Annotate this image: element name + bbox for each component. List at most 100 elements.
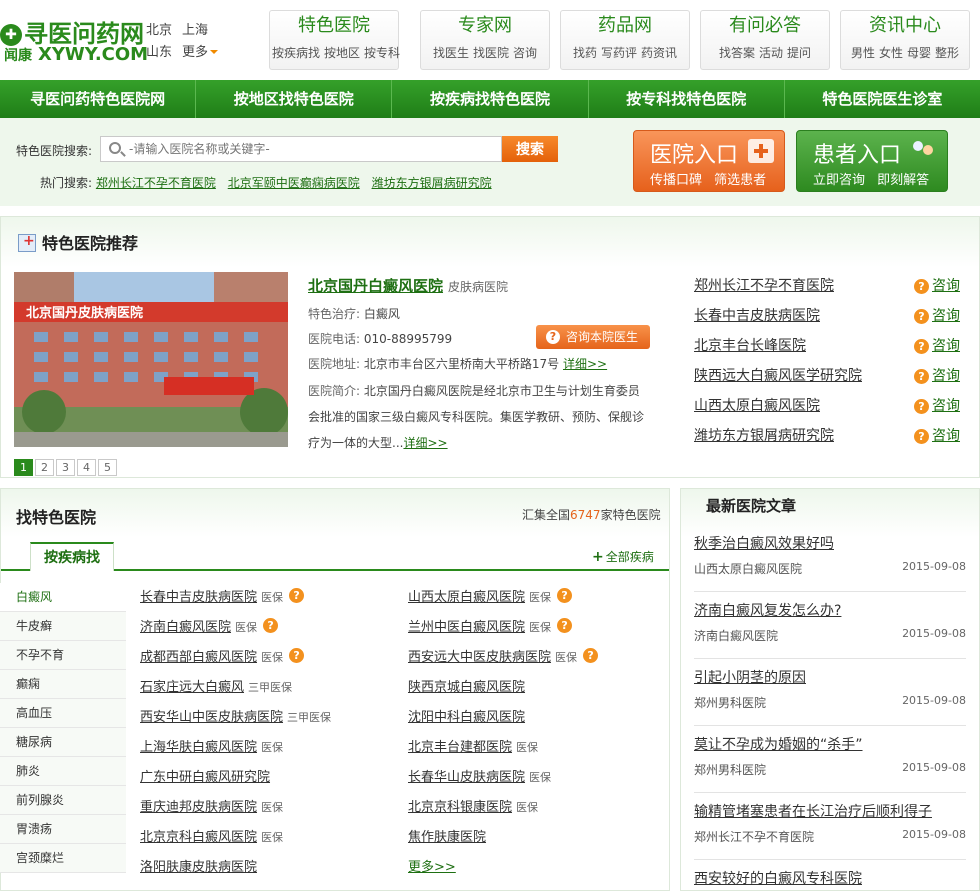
recommend-hospital-link[interactable]: 郑州长江不孕不育医院 — [694, 278, 834, 294]
recommend-hospital-link[interactable]: 陕西远大白癜风医学研究院 — [694, 368, 862, 384]
nav-sub-link[interactable]: 写药评 — [601, 46, 637, 60]
main-nav-by-specialty[interactable]: 按专科找特色医院 — [589, 80, 785, 118]
hospital-link[interactable]: 陕西京城白癜风医院 — [408, 680, 525, 695]
hospital-link[interactable]: 长春中吉皮肤病医院 — [140, 590, 257, 605]
question-icon[interactable]: ? — [557, 618, 573, 633]
main-nav-doctor-room[interactable]: 特色医院医生诊室 — [785, 80, 980, 118]
more-cities-dropdown[interactable]: 更多 — [182, 45, 218, 60]
hospital-link[interactable]: 山西太原白癜风医院 — [408, 590, 525, 605]
disease-item[interactable]: 高血压 — [0, 699, 126, 728]
nav-sub-link[interactable]: 找药 — [573, 46, 597, 60]
nav-title[interactable]: 资讯中心 — [841, 11, 969, 41]
consult-link[interactable]: 咨询 — [932, 331, 960, 361]
consult-link[interactable]: 咨询 — [932, 271, 960, 301]
main-nav-home[interactable]: 寻医问药特色医院网 — [0, 80, 197, 118]
intro-detail-link[interactable]: 详细>> — [403, 436, 447, 450]
hospital-link[interactable]: 济南白癜风医院 — [140, 620, 231, 635]
nav-title[interactable]: 有问必答 — [701, 11, 829, 41]
city-link[interactable]: 北京 — [146, 23, 172, 38]
consult-link[interactable]: 咨询 — [932, 421, 960, 451]
nav-sub-link[interactable]: 咨询 — [513, 46, 537, 60]
nav-title[interactable]: 专家网 — [421, 11, 549, 41]
recommend-hospital-link[interactable]: 山西太原白癜风医院 — [694, 398, 820, 414]
hospital-link[interactable]: 西安远大中医皮肤病医院 — [408, 650, 551, 665]
nav-sub-link[interactable]: 按地区 — [324, 46, 360, 60]
tab-by-disease[interactable]: 按疾病找 — [30, 542, 114, 571]
disease-item[interactable]: 宫颈糜烂 — [0, 844, 126, 873]
consult-link[interactable]: 咨询 — [932, 391, 960, 421]
nav-sub-link[interactable]: 整形 — [935, 46, 959, 60]
address-detail-link[interactable]: 详细>> — [563, 357, 607, 371]
nav-sub-link[interactable]: 男性 — [851, 46, 875, 60]
nav-sub-link[interactable]: 女性 — [879, 46, 903, 60]
hospital-link[interactable]: 广东中研白癜风研究院 — [140, 770, 270, 785]
recommend-hospital-link[interactable]: 北京丰台长峰医院 — [694, 338, 806, 354]
hospital-photo[interactable]: 北京国丹皮肤病医院 — [14, 272, 288, 447]
hot-search-link[interactable]: 潍坊东方银屑病研究院 — [372, 176, 492, 190]
recommend-hospital-link[interactable]: 潍坊东方银屑病研究院 — [694, 428, 834, 444]
hospital-link[interactable]: 北京京科银康医院 — [408, 800, 512, 815]
search-input[interactable] — [129, 140, 489, 158]
question-icon[interactable]: ? — [557, 588, 573, 603]
question-icon[interactable]: ? — [289, 588, 305, 603]
nav-sub-link[interactable]: 找医生 — [433, 46, 469, 60]
article-title-link[interactable]: 引起小阴茎的原因 — [694, 667, 806, 687]
nav-title[interactable]: 药品网 — [561, 11, 689, 41]
hospital-link[interactable]: 洛阳肤康皮肤病医院 — [140, 860, 257, 875]
hot-search-link[interactable]: 郑州长江不孕不育医院 — [96, 176, 216, 190]
article-title-link[interactable]: 秋季治白癜风效果好吗 — [694, 533, 834, 553]
disease-item[interactable]: 牛皮癣 — [0, 612, 126, 641]
consult-link[interactable]: 咨询 — [932, 301, 960, 331]
nav-sub-link[interactable]: 药资讯 — [641, 46, 677, 60]
nav-sub-link[interactable]: 找答案 — [719, 46, 755, 60]
article-title-link[interactable]: 济南白癜风复发怎么办? — [694, 600, 841, 620]
more-hospitals-link[interactable]: 更多>> — [408, 860, 456, 875]
disease-item[interactable]: 前列腺炎 — [0, 786, 126, 815]
hospital-link[interactable]: 北京丰台建都医院 — [408, 740, 512, 755]
ask-hospital-doctor-button[interactable]: 咨询本院医生 — [536, 325, 650, 349]
question-icon[interactable]: ? — [583, 648, 599, 663]
hospital-link[interactable]: 焦作肤康医院 — [408, 830, 486, 845]
hospital-entry-button[interactable]: 医院入口 传播口碑 筛选患者 — [633, 130, 785, 192]
pager-page[interactable]: 4 — [77, 459, 96, 476]
disease-item[interactable]: 白癜风 — [0, 583, 126, 612]
disease-item[interactable]: 胃溃疡 — [0, 815, 126, 844]
article-title-link[interactable]: 莫让不孕成为婚姻的“杀手” — [694, 734, 863, 754]
hospital-link[interactable]: 石家庄远大白癜风 — [140, 680, 244, 695]
question-icon[interactable]: ? — [263, 618, 279, 633]
hospital-link[interactable]: 沈阳中科白癜风医院 — [408, 710, 525, 725]
search-button[interactable]: 搜索 — [502, 136, 558, 162]
hospital-link[interactable]: 兰州中医白癜风医院 — [408, 620, 525, 635]
article-title-link[interactable]: 西安较好的白癜风专科医院 — [694, 868, 862, 888]
city-link[interactable]: 山东 — [146, 45, 172, 60]
hospital-link[interactable]: 成都西部白癜风医院 — [140, 650, 257, 665]
pager-page[interactable]: 1 — [14, 459, 33, 476]
nav-sub-link[interactable]: 按专科 — [364, 46, 400, 60]
disease-item[interactable]: 不孕不育 — [0, 641, 126, 670]
hospital-link[interactable]: 西安华山中医皮肤病医院 — [140, 710, 283, 725]
main-nav-by-disease[interactable]: 按疾病找特色医院 — [392, 80, 589, 118]
patient-entry-button[interactable]: 患者入口 立即咨询 即刻解答 — [796, 130, 948, 192]
pager-page[interactable]: 5 — [98, 459, 117, 476]
main-nav-by-region[interactable]: 按地区找特色医院 — [196, 80, 393, 118]
hospital-link[interactable]: 长春华山皮肤病医院 — [408, 770, 525, 785]
article-title-link[interactable]: 输精管堵塞患者在长江治疗后顺利得子 — [694, 801, 932, 821]
disease-item[interactable]: 癫痫 — [0, 670, 126, 699]
nav-sub-link[interactable]: 按疾病找 — [272, 46, 320, 60]
nav-sub-link[interactable]: 提问 — [787, 46, 811, 60]
nav-sub-link[interactable]: 母婴 — [907, 46, 931, 60]
hot-search-link[interactable]: 北京军颐中医癫痫病医院 — [228, 176, 360, 190]
disease-item[interactable]: 肺炎 — [0, 757, 126, 786]
nav-sub-link[interactable]: 找医院 — [473, 46, 509, 60]
nav-title[interactable]: 特色医院 — [270, 11, 398, 41]
recommend-hospital-link[interactable]: 长春中吉皮肤病医院 — [694, 308, 820, 324]
nav-sub-link[interactable]: 活动 — [759, 46, 783, 60]
featured-hospital-link[interactable]: 北京国丹白癜风医院 — [308, 275, 443, 296]
consult-link[interactable]: 咨询 — [932, 361, 960, 391]
pager-page[interactable]: 3 — [56, 459, 75, 476]
hospital-link[interactable]: 北京京科白癜风医院 — [140, 830, 257, 845]
pager-page[interactable]: 2 — [35, 459, 54, 476]
site-logo[interactable]: ✚ 寻医问药网 闻康 XYWY.COM — [0, 10, 148, 70]
all-diseases-link[interactable]: + 全部疾病 — [592, 548, 654, 565]
city-link[interactable]: 上海 — [182, 23, 208, 38]
